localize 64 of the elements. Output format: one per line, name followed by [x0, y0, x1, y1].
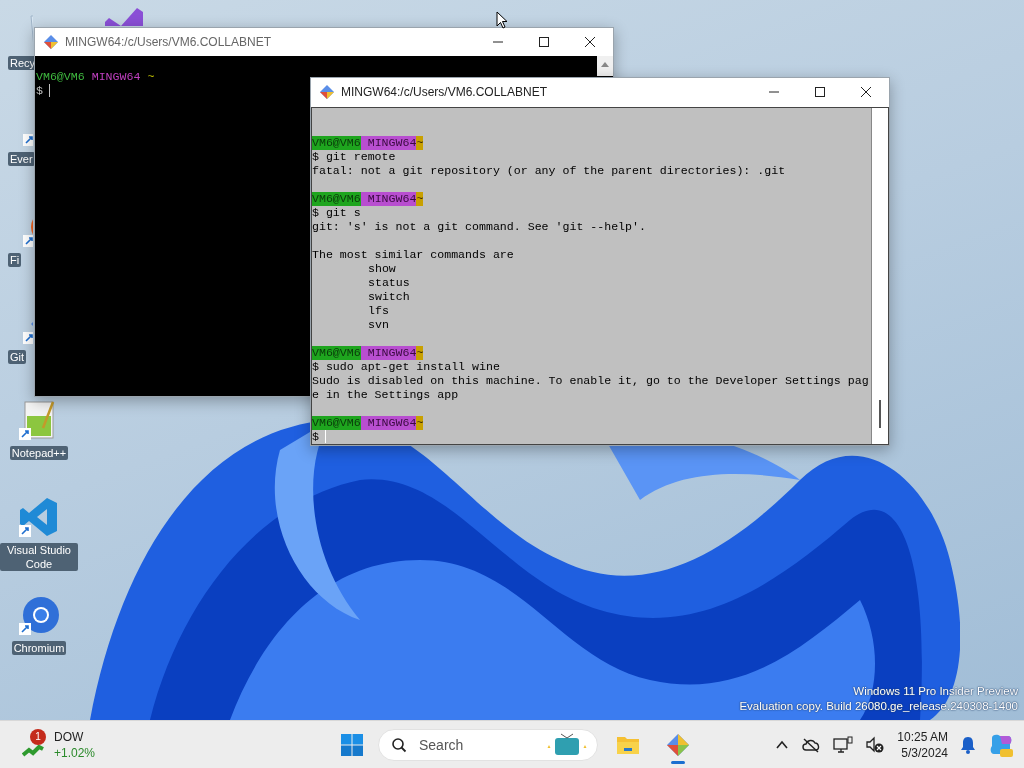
- maximize-icon: [538, 36, 550, 48]
- command-line: $ git remote: [312, 150, 396, 164]
- close-icon: [860, 86, 872, 98]
- desktop-icon-label: Notepad++: [9, 446, 69, 460]
- prompt-shell: MINGW64: [360, 346, 417, 360]
- cloud-off-icon[interactable]: [801, 736, 822, 753]
- prompt-user: VM6@VM6: [312, 136, 361, 150]
- prompt-user: VM6@VM6: [312, 416, 361, 430]
- window-title: MINGW64:/c/Users/VM6.COLLABNET: [65, 35, 273, 49]
- window-title: MINGW64:/c/Users/VM6.COLLABNET: [341, 85, 549, 99]
- search-input[interactable]: Search: [417, 735, 545, 754]
- tv-icon: [545, 732, 589, 757]
- close-icon: [584, 36, 596, 48]
- active-indicator: [671, 760, 685, 764]
- output-line: git: 's' is not a git command. See 'git --help'.: [312, 220, 646, 234]
- desktop-icon-label: Visual Studio Code: [0, 543, 78, 571]
- prompt-user: VM6@VM6: [36, 70, 85, 84]
- scroll-up-icon[interactable]: [600, 60, 610, 68]
- output-line: Sudo is disabled on this machine. To enable it, go to the Developer Settings pag: [312, 374, 869, 388]
- scrollbar[interactable]: [871, 108, 888, 444]
- command-line: $ git s: [312, 206, 361, 220]
- output-line: The most similar commands are: [312, 248, 514, 262]
- command-line: $ sudo apt-get install wine: [312, 360, 500, 374]
- output-line: svn: [368, 318, 389, 332]
- notification-badge: 1: [30, 728, 46, 745]
- bell-icon[interactable]: [960, 735, 976, 754]
- watermark-text: Evaluation copy. Build 26080.ge_release.240308-1400: [739, 699, 1018, 714]
- prompt-path: ~: [147, 70, 155, 84]
- stock-widget[interactable]: 1 DOW +1.02%: [18, 726, 340, 763]
- scrollbar[interactable]: [597, 56, 613, 76]
- output-line: switch: [368, 290, 410, 304]
- prompt-shell: MINGW64: [360, 416, 417, 430]
- prompt-shell: MINGW64: [360, 136, 417, 150]
- output-line: show: [368, 262, 396, 276]
- start-icon[interactable]: [340, 732, 364, 757]
- speaker-muted-icon[interactable]: [865, 735, 886, 754]
- prompt-path: ~: [416, 136, 424, 150]
- desktop-icon-label: Git: [8, 350, 27, 364]
- prompt-shell: MINGW64: [91, 70, 141, 84]
- prompt-symbol: $: [312, 430, 319, 444]
- output-line: status: [368, 276, 410, 290]
- search-field[interactable]: Search: [378, 728, 598, 761]
- network-icon[interactable]: [833, 735, 854, 754]
- prompt-symbol: $: [36, 84, 43, 98]
- text-cursor: [324, 430, 326, 443]
- prompt-path: ~: [416, 416, 424, 430]
- search-icon: [391, 736, 407, 753]
- desktop-icon-label: Ever: [8, 152, 35, 166]
- prompt-user: VM6@VM6: [312, 346, 361, 360]
- prompt-path: ~: [416, 192, 424, 206]
- prompt-user: VM6@VM6: [312, 192, 361, 206]
- desktop-icon-label: Fi: [8, 253, 22, 267]
- stock-name: DOW: [54, 728, 85, 745]
- prompt-path: ~: [416, 346, 424, 360]
- output-line: fatal: not a git repository (or any of the parent directories): .git: [312, 164, 786, 178]
- text-cursor: [48, 84, 50, 97]
- clock-time[interactable]: 10:25 AM: [897, 728, 948, 745]
- desktop-icon-label: Chromium: [11, 641, 67, 655]
- stock-change: +1.02%: [54, 744, 96, 761]
- output-line: e in the Settings app: [312, 388, 459, 402]
- output-line: lfs: [368, 304, 389, 318]
- clock-date[interactable]: 5/3/2024: [901, 744, 948, 761]
- maximize-icon: [814, 86, 826, 98]
- prompt-shell: MINGW64: [360, 192, 417, 206]
